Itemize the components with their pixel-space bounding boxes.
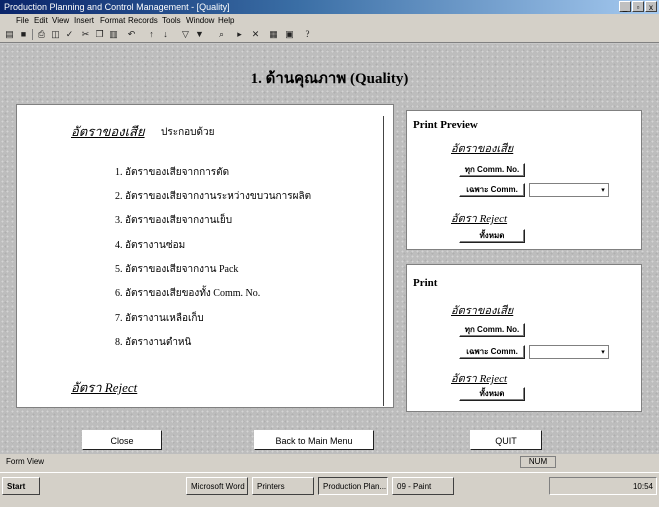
quit-button[interactable]: QUIT [470,430,542,450]
minimize-button[interactable]: _ [619,1,631,12]
undo-icon[interactable]: ↶ [126,29,137,40]
menu-edit[interactable]: Edit [34,14,48,27]
sort-desc-icon[interactable]: ↓ [160,29,171,40]
new-record-icon[interactable]: ▸ [234,29,245,40]
print-preview-title: Print Preview [413,119,478,131]
toolbar: ▤ ■ ⎙ ◫ ✓ ✂ ❐ ▥ ↶ ↑ ↓ ▽ ▼ ⌕ ▸ ✕ ▦ ▣ ? [0,27,659,43]
print-preview-panel: Print Preview อัตราของเสีย ทุก Comm. No.… [406,110,642,250]
print-by-comm-button[interactable]: เฉพาะ Comm. [459,345,525,359]
view-icon[interactable]: ▤ [4,29,15,40]
print-reject-link[interactable]: อัตรา Reject [451,369,507,387]
paste-icon[interactable]: ▥ [108,29,119,40]
preview-icon[interactable]: ◫ [50,29,61,40]
panel-divider [383,116,384,406]
find-icon[interactable]: ⌕ [216,29,227,40]
task-production-plan[interactable]: Production Plan... [318,477,388,495]
menu-window[interactable]: Window [186,14,214,27]
menu-file[interactable]: File [16,14,29,27]
filter-icon[interactable]: ▽ [180,29,191,40]
restore-button[interactable]: ▫ [632,1,644,12]
defect-item-5[interactable]: 5. อัตราของเสียจากงาน Pack [115,262,238,277]
back-to-main-menu-button[interactable]: Back to Main Menu [254,430,374,450]
defect-item-4[interactable]: 4. อัตรางานซ่อม [115,238,185,253]
num-lock-indicator: NUM [520,456,556,468]
sort-asc-icon[interactable]: ↑ [146,29,157,40]
copy-icon[interactable]: ❐ [94,29,105,40]
menu-help[interactable]: Help [218,14,234,27]
form-footer: Close Back to Main Menu QUIT [0,430,659,452]
preview-all-comm-button[interactable]: ทุก Comm. No. [459,163,525,177]
print-reject-all-button[interactable]: ทั้งหมด [459,387,525,401]
main-panel: อัตราของเสีย ประกอบด้วย 1. อัตราของเสียจ… [16,104,394,408]
defect-item-7[interactable]: 7. อัตรางานเหลือเก็บ [115,311,204,326]
status-bar: Form View NUM [0,454,659,472]
menu-insert[interactable]: Insert [74,14,94,27]
apply-filter-icon[interactable]: ▼ [194,29,205,40]
print-defect-link[interactable]: อัตราของเสีย [451,301,513,319]
menu-format[interactable]: Format [100,14,125,27]
start-button[interactable]: Start [2,477,40,495]
clock: 10:54 [632,482,653,491]
defect-item-2[interactable]: 2. อัตราของเสียจากงานระหว่างขบวนการผลิต [115,189,311,204]
status-text: Form View [6,457,45,466]
preview-reject-link[interactable]: อัตรา Reject [451,209,507,227]
form-title: 1. ด้านคุณภาพ (Quality) [250,71,409,87]
consists-of-label: ประกอบด้วย [161,127,215,138]
cut-icon[interactable]: ✂ [80,29,91,40]
preview-comm-select[interactable]: ▾ [529,183,609,197]
task-printers[interactable]: Printers [252,477,314,495]
toolbar-separator [32,29,33,40]
spelling-icon[interactable]: ✓ [64,29,75,40]
defect-item-6[interactable]: 6. อัตราของเสียของทั้ง Comm. No. [115,286,260,301]
taskbar: Start Microsoft Word Printers Production… [0,472,659,507]
menu-view[interactable]: View [52,14,69,27]
window-title: Production Planning and Control Manageme… [4,2,230,12]
window-controls: _ ▫ x [619,1,657,12]
task-paint[interactable]: 09 - Paint [392,477,454,495]
print-comm-select[interactable]: ▾ [529,345,609,359]
delete-record-icon[interactable]: ✕ [250,29,261,40]
database-icon[interactable]: ▦ [268,29,279,40]
preview-reject-all-button[interactable]: ทั้งหมด [459,229,525,243]
menu-bar: File Edit View Insert Format Records Too… [0,14,659,27]
new-object-icon[interactable]: ▣ [284,29,295,40]
reject-rate-heading[interactable]: อัตรา Reject [71,377,137,398]
help-icon[interactable]: ? [302,29,313,40]
close-window-button[interactable]: x [645,1,657,12]
save-icon[interactable]: ■ [18,29,29,40]
print-panel: Print อัตราของเสีย ทุก Comm. No. เฉพาะ C… [406,264,642,412]
menu-tools[interactable]: Tools [162,14,181,27]
task-word[interactable]: Microsoft Word [186,477,248,495]
chevron-down-icon[interactable]: ▾ [598,184,608,196]
defect-item-8[interactable]: 8. อัตรางานตำหนิ [115,335,191,350]
app-title-bar: Production Planning and Control Manageme… [0,0,659,14]
defect-item-1[interactable]: 1. อัตราของเสียจากการตัด [115,165,229,180]
defect-rate-heading: อัตราของเสีย [71,124,145,139]
menu-records[interactable]: Records [128,14,158,27]
close-button[interactable]: Close [82,430,162,450]
system-tray: 10:54 [549,477,657,495]
print-icon[interactable]: ⎙ [36,29,47,40]
defect-item-3[interactable]: 3. อัตราของเสียจากงานเย็บ [115,213,232,228]
preview-by-comm-button[interactable]: เฉพาะ Comm. [459,183,525,197]
chevron-down-icon[interactable]: ▾ [598,346,608,358]
print-all-comm-button[interactable]: ทุก Comm. No. [459,323,525,337]
preview-defect-link[interactable]: อัตราของเสีย [451,139,513,157]
quality-form: 1. ด้านคุณภาพ (Quality) อัตราของเสีย ประ… [0,44,659,454]
print-title: Print [413,277,438,289]
